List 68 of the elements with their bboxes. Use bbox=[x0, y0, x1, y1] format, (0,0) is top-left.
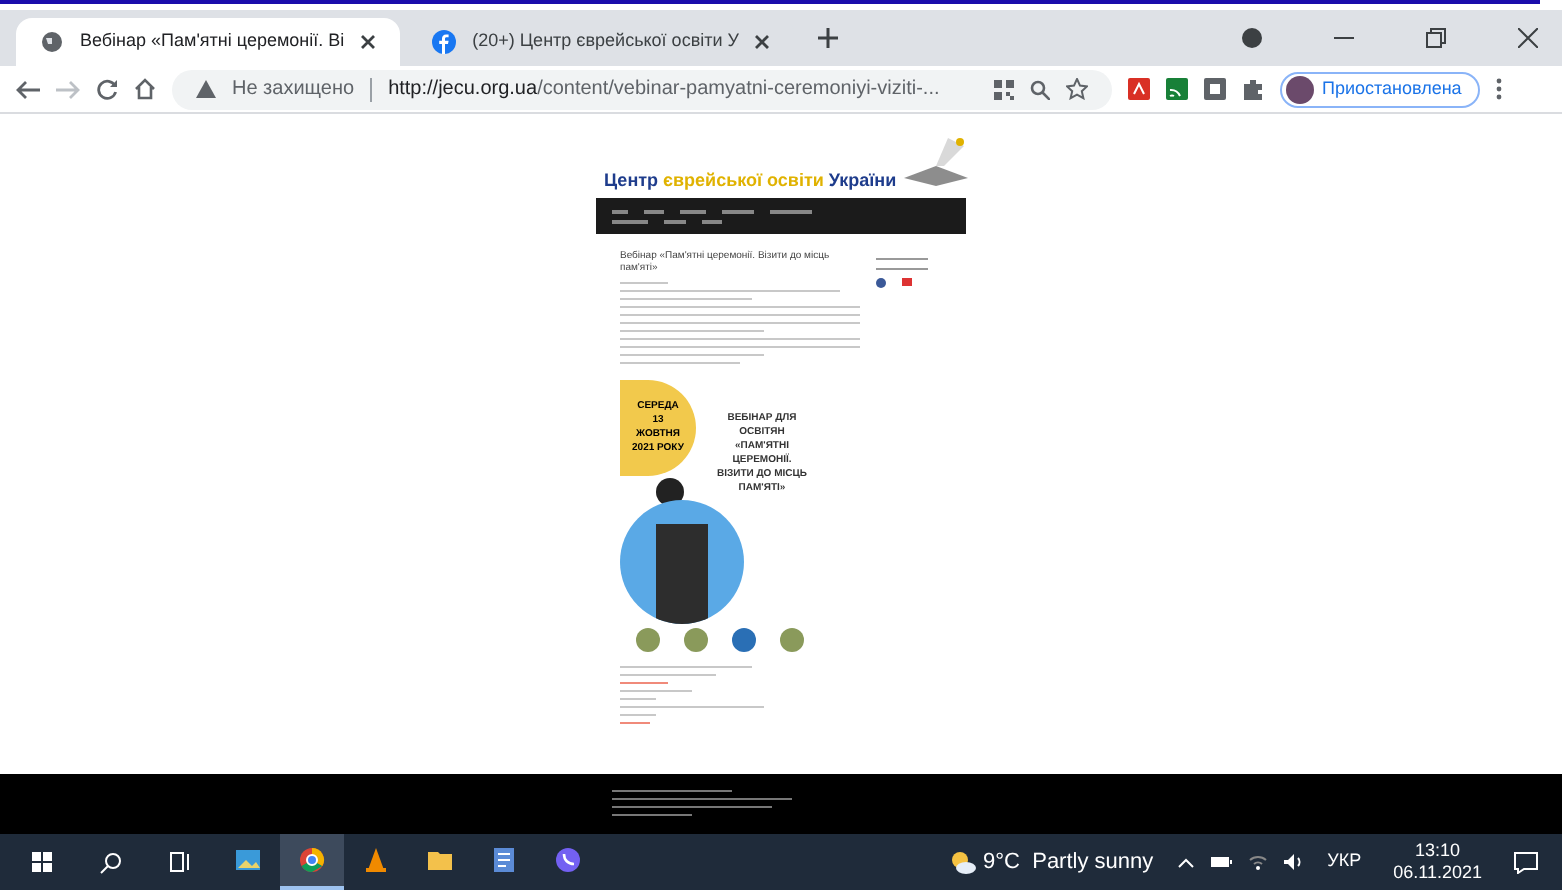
cast-extension-icon[interactable] bbox=[1166, 78, 1188, 100]
task-view-icon[interactable] bbox=[170, 852, 192, 872]
blurred-text-line bbox=[620, 297, 752, 299]
blurred-text-line bbox=[620, 705, 764, 707]
dot-decoration bbox=[656, 477, 684, 505]
home-icon[interactable] bbox=[134, 78, 156, 100]
zoom-icon[interactable] bbox=[1030, 79, 1050, 99]
traffic-cone-icon bbox=[362, 846, 390, 874]
document-icon bbox=[490, 846, 518, 874]
profile-dot-icon[interactable] bbox=[1242, 28, 1262, 48]
photos-app-icon bbox=[234, 846, 262, 874]
blurred-text-line bbox=[620, 673, 716, 675]
blurred-text-line bbox=[620, 713, 656, 715]
pdf-extension-icon[interactable] bbox=[1128, 78, 1150, 100]
blurred-text-line bbox=[612, 790, 732, 792]
blurred-text-line bbox=[620, 361, 740, 363]
blurred-text-line bbox=[620, 665, 752, 667]
globe-icon bbox=[40, 30, 64, 54]
partner-logo-icon bbox=[780, 627, 804, 651]
close-icon[interactable] bbox=[1518, 28, 1538, 48]
weather-text[interactable]: 9°C Partly sunny bbox=[983, 845, 1154, 879]
qr-code-icon[interactable] bbox=[994, 79, 1014, 99]
volume-icon[interactable] bbox=[1283, 854, 1304, 870]
folder-icon bbox=[426, 846, 454, 874]
more-menu-icon[interactable] bbox=[1495, 78, 1502, 100]
facebook-icon bbox=[432, 30, 457, 54]
browser-tab[interactable]: Вебінар «Пам'ятні церемонії. Ві bbox=[16, 18, 401, 66]
close-icon[interactable] bbox=[360, 34, 377, 50]
blurred-text-line bbox=[612, 814, 692, 816]
battery-icon[interactable] bbox=[1209, 856, 1232, 868]
blurred-text-line bbox=[620, 721, 650, 723]
notification-icon[interactable] bbox=[1514, 851, 1538, 873]
taskbar-app-button[interactable] bbox=[280, 834, 344, 890]
avatar-icon bbox=[1286, 75, 1314, 103]
blurred-text-line bbox=[620, 681, 668, 683]
windows-start-icon[interactable] bbox=[32, 852, 52, 872]
partner-logo-icon bbox=[732, 627, 756, 651]
weather-sun-cloud-icon bbox=[947, 850, 976, 874]
search-icon[interactable] bbox=[100, 851, 122, 873]
wifi-icon[interactable] bbox=[1247, 854, 1268, 870]
blurred-text-line bbox=[620, 281, 668, 283]
blurred-text-line bbox=[620, 697, 656, 699]
profile-button[interactable]: Приостановлена bbox=[1280, 71, 1480, 107]
chrome-icon bbox=[298, 846, 326, 874]
youtube-icon[interactable] bbox=[902, 278, 912, 288]
site-title[interactable]: Центр єврейської освіти України bbox=[604, 172, 897, 190]
language-indicator[interactable]: УКР bbox=[1327, 848, 1362, 876]
blurred-text-line bbox=[620, 329, 764, 331]
facebook-icon[interactable] bbox=[876, 278, 886, 288]
new-tab-icon[interactable] bbox=[818, 28, 839, 48]
partner-logo-icon bbox=[636, 627, 660, 651]
clock[interactable]: 13:10 06.11.2021 bbox=[1393, 840, 1482, 884]
puzzle-icon[interactable] bbox=[1242, 78, 1264, 100]
star-icon[interactable] bbox=[1066, 78, 1088, 100]
back-icon[interactable] bbox=[16, 79, 40, 99]
close-icon[interactable] bbox=[754, 34, 771, 50]
phone-bubble-icon bbox=[554, 846, 582, 874]
warning-icon bbox=[196, 80, 216, 98]
reload-icon[interactable] bbox=[96, 78, 118, 100]
restore-icon[interactable] bbox=[1426, 28, 1446, 48]
partner-logo-icon bbox=[684, 627, 708, 651]
blurred-text-line bbox=[620, 689, 692, 691]
address-bar[interactable]: Не захищено http://jecu.org.ua/content/vebinar-pamyatni-ceremoniyi-viziti-... bbox=[172, 69, 1112, 109]
sidebar-heading bbox=[876, 258, 928, 270]
url-text: http://jecu.org.ua/content/vebinar-pamyatni-ceremoniyi-viziti-... bbox=[388, 76, 940, 104]
blurred-text-line bbox=[620, 353, 764, 355]
chevron-up-icon[interactable] bbox=[1177, 857, 1194, 867]
extension-icon[interactable] bbox=[1204, 78, 1226, 100]
